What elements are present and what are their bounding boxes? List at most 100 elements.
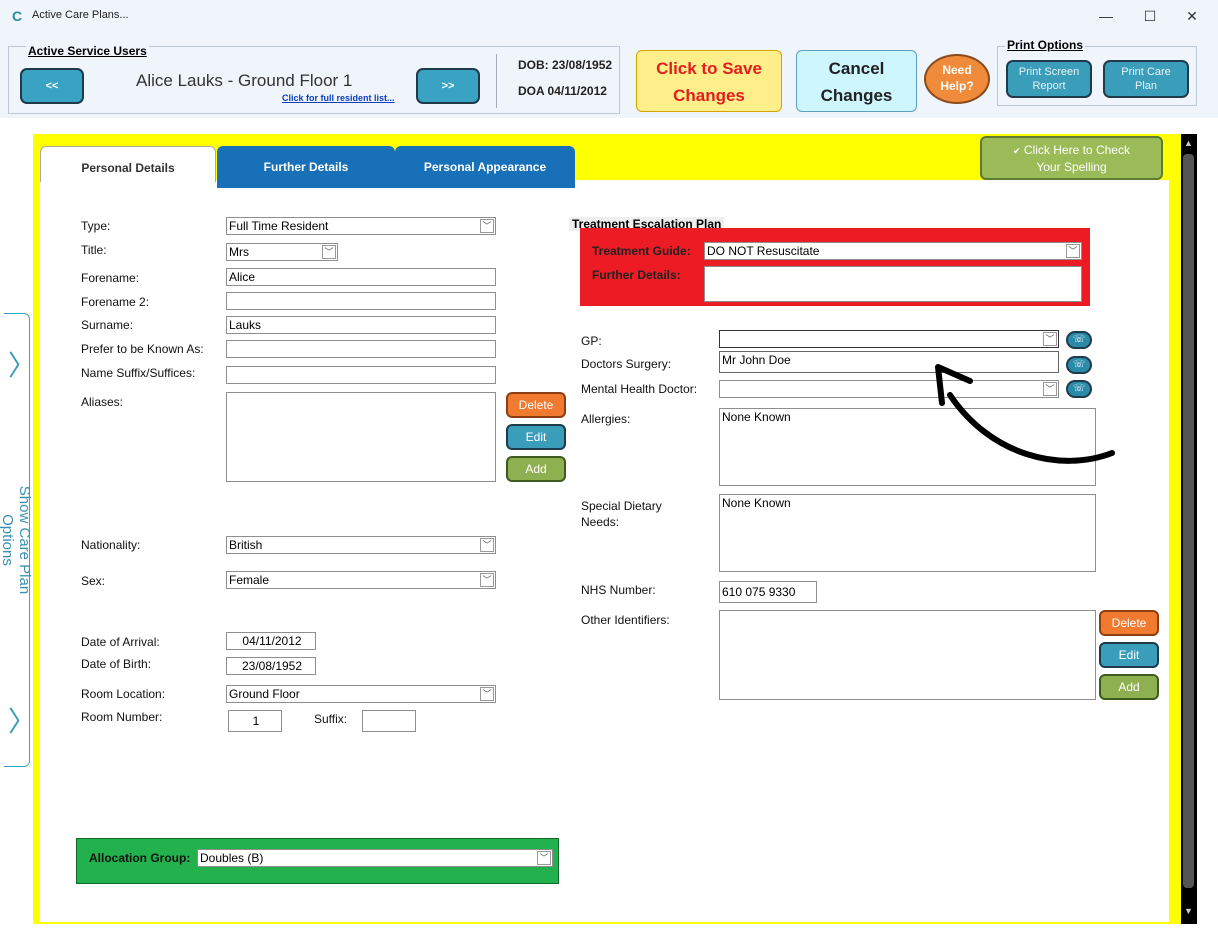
spellcheck-icon: ✔ [1013, 146, 1021, 156]
allocation-value: Doubles (B) [200, 851, 264, 865]
cancel-label-1: Cancel [828, 59, 885, 78]
show-care-plan-options-label[interactable]: Show Care Plan Options [0, 460, 33, 620]
chevron-down-icon[interactable]: ﹀ [1043, 332, 1057, 346]
special-dietary-field[interactable]: None Known [719, 494, 1096, 572]
room-suffix-field[interactable] [362, 710, 416, 732]
chevron-down-icon[interactable]: ﹀ [322, 245, 336, 259]
spell-check-button[interactable]: ✔ Click Here to Check Your Spelling [980, 136, 1163, 180]
room-location-select[interactable]: Ground Floor ﹀ [226, 685, 496, 703]
surname-label: Surname: [81, 318, 134, 332]
scrollbar-thumb[interactable] [1183, 154, 1194, 888]
tab-personal-details[interactable]: Personal Details [40, 146, 216, 182]
title-label: Title: [81, 243, 107, 257]
dob-text: DOB: 23/08/1952 [518, 58, 613, 72]
doctors-surgery-label: Doctors Surgery: [581, 357, 672, 371]
help-label-1: Need [942, 63, 972, 77]
aliases-delete-button[interactable]: Delete [506, 392, 566, 418]
help-button[interactable]: Need Help? [924, 54, 990, 104]
service-users-legend: Active Service Users [26, 44, 149, 58]
scroll-down-icon[interactable]: ▼ [1184, 906, 1193, 916]
mental-health-doctor-label: Mental Health Doctor: [581, 382, 698, 396]
maximize-button[interactable]: ☐ [1130, 4, 1170, 28]
chevron-down-icon[interactable]: ﹀ [537, 851, 551, 865]
annotation-arrow [935, 364, 1115, 464]
print-care-label-2: Plan [1134, 80, 1158, 92]
gp-select[interactable]: ﹀ [719, 330, 1059, 348]
date-of-arrival-label: Date of Arrival: [81, 635, 160, 649]
spell-label-2: Your Spelling [1036, 160, 1107, 174]
further-details-field[interactable] [704, 266, 1082, 302]
phone-icon[interactable]: ☏ [1066, 331, 1092, 349]
identifiers-delete-button[interactable]: Delete [1099, 610, 1159, 636]
forename-field[interactable]: Alice [226, 268, 496, 286]
allergies-label: Allergies: [581, 412, 631, 426]
chevron-down-icon[interactable]: ﹀ [480, 219, 494, 233]
chevron-down-icon[interactable]: ﹀ [480, 538, 494, 552]
nhs-number-field[interactable]: 610 075 9330 [719, 581, 817, 603]
chevron-right-icon[interactable]: 〉 [8, 344, 36, 384]
save-label-1: Click to Save [656, 59, 762, 78]
print-care-plan-button[interactable]: Print Care Plan [1103, 60, 1189, 98]
care-logo-icon: C [12, 8, 23, 24]
known-as-field[interactable] [226, 340, 496, 358]
nationality-select[interactable]: British ﹀ [226, 536, 496, 554]
gp-label: GP: [581, 334, 602, 348]
name-suffix-field[interactable] [226, 366, 496, 384]
previous-resident-button[interactable]: << [20, 68, 84, 104]
special-dietary-label: Special Dietary Needs: [581, 499, 662, 529]
surname-field[interactable]: Lauks [226, 316, 496, 334]
date-of-birth-field[interactable]: 23/08/1952 [226, 657, 316, 675]
cancel-changes-button[interactable]: Cancel Changes [796, 50, 917, 112]
forename2-label: Forename 2: [81, 295, 150, 309]
sex-select[interactable]: Female ﹀ [226, 571, 496, 589]
treatment-guide-select[interactable]: DO NOT Resuscitate ﹀ [704, 242, 1082, 260]
forename-label: Forename: [81, 271, 140, 285]
name-suffix-label: Name Suffix/Suffices: [81, 366, 196, 380]
forename2-field[interactable] [226, 292, 496, 310]
print-screen-report-button[interactable]: Print Screen Report [1006, 60, 1092, 98]
chevron-down-icon[interactable]: ﹀ [1066, 244, 1080, 258]
save-changes-button[interactable]: Click to Save Changes [636, 50, 782, 112]
aliases-list[interactable] [226, 392, 496, 482]
doa-text: DOA 04/11/2012 [518, 84, 607, 98]
save-label-2: Changes [673, 86, 745, 105]
room-number-label: Room Number: [81, 710, 163, 724]
other-identifiers-list[interactable] [719, 610, 1096, 700]
allocation-group-label: Allocation Group: [89, 851, 191, 865]
print-screen-label-1: Print Screen [1018, 66, 1080, 78]
known-as-label: Prefer to be Known As: [81, 342, 204, 356]
chevron-down-icon[interactable]: ﹀ [480, 573, 494, 587]
type-select[interactable]: Full Time Resident ﹀ [226, 217, 496, 235]
chevron-right-icon[interactable]: 〉 [8, 700, 36, 740]
title-value: Mrs [229, 245, 249, 259]
sex-value: Female [229, 573, 270, 587]
nhs-number-label: NHS Number: [581, 583, 656, 597]
room-number-field[interactable]: 1 [228, 710, 282, 732]
aliases-edit-button[interactable]: Edit [506, 424, 566, 450]
type-value: Full Time Resident [229, 219, 329, 233]
further-details-label: Further Details: [592, 268, 681, 282]
divider [496, 54, 497, 108]
chevron-down-icon[interactable]: ﹀ [480, 687, 494, 701]
spell-label-1: Click Here to Check [1023, 143, 1130, 157]
aliases-add-button[interactable]: Add [506, 456, 566, 482]
scroll-up-icon[interactable]: ▲ [1184, 138, 1193, 148]
close-button[interactable]: ✕ [1172, 4, 1212, 28]
allocation-group-select[interactable]: Doubles (B) ﹀ [197, 849, 553, 867]
cancel-label-2: Changes [820, 86, 893, 105]
nationality-label: Nationality: [81, 538, 141, 552]
next-resident-button[interactable]: >> [416, 68, 480, 104]
tab-further-details[interactable]: Further Details [217, 146, 395, 188]
aliases-label: Aliases: [81, 395, 124, 409]
print-options-legend: Print Options [1005, 38, 1085, 52]
date-of-arrival-field[interactable]: 04/11/2012 [226, 632, 316, 650]
tab-personal-appearance[interactable]: Personal Appearance [395, 146, 575, 188]
other-identifiers-label: Other Identifiers: [581, 613, 670, 627]
resident-list-link[interactable]: Click for full resident list... [282, 93, 395, 103]
treatment-guide-value: DO NOT Resuscitate [707, 244, 820, 258]
sex-label: Sex: [81, 574, 106, 588]
identifiers-add-button[interactable]: Add [1099, 674, 1159, 700]
title-select[interactable]: Mrs ﹀ [226, 243, 338, 261]
minimize-button[interactable]: — [1086, 4, 1126, 28]
identifiers-edit-button[interactable]: Edit [1099, 642, 1159, 668]
